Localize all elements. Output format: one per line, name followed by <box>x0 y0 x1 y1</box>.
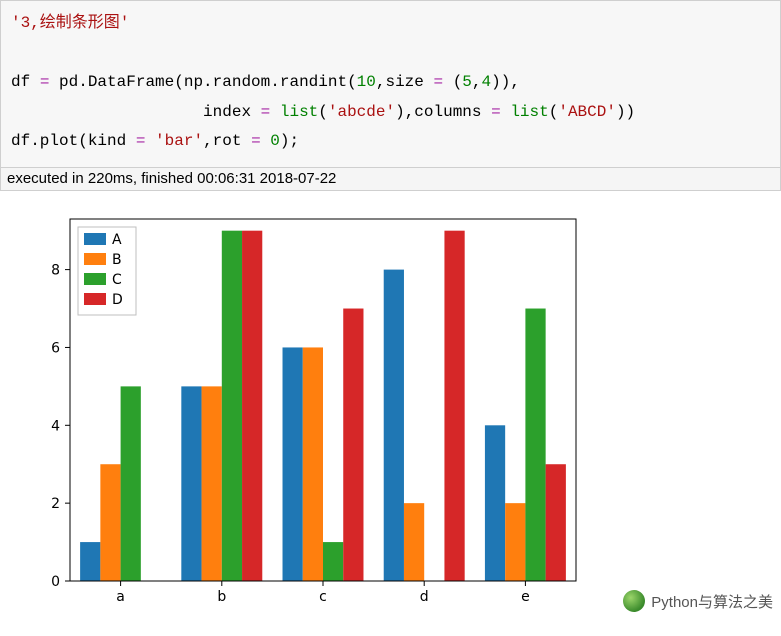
bar-c-A <box>283 347 303 581</box>
svg-text:4: 4 <box>51 418 60 434</box>
bar-b-C <box>222 231 242 581</box>
bar-c-C <box>323 542 343 581</box>
legend-label-A: A <box>112 232 122 248</box>
code-cell: '3,绘制条形图' df = pd.DataFrame(np.random.ra… <box>0 0 781 168</box>
bar-d-D <box>444 231 464 581</box>
bar-d-B <box>404 503 424 581</box>
legend-swatch-B <box>84 253 106 265</box>
legend-label-B: B <box>112 252 122 268</box>
bar-c-B <box>303 347 323 581</box>
svg-text:a: a <box>116 589 125 605</box>
svg-text:c: c <box>319 589 327 605</box>
code-string: '3,绘制条形图' <box>11 14 129 32</box>
bar-b-D <box>242 231 262 581</box>
bar-e-D <box>546 464 566 581</box>
legend-label-D: D <box>112 292 123 308</box>
svg-text:6: 6 <box>51 340 60 356</box>
svg-text:8: 8 <box>51 263 60 279</box>
bar-e-B <box>505 503 525 581</box>
bar-b-B <box>202 386 222 581</box>
bar-e-C <box>525 308 545 580</box>
legend-swatch-A <box>84 233 106 245</box>
bar-c-D <box>343 308 363 580</box>
execution-time: executed in 220ms, finished 00:06:31 201… <box>0 168 781 191</box>
bar-a-A <box>80 542 100 581</box>
legend-swatch-D <box>84 293 106 305</box>
bar-e-A <box>485 425 505 581</box>
legend-swatch-C <box>84 273 106 285</box>
watermark-text: Python与算法之美 <box>651 591 773 612</box>
svg-text:0: 0 <box>51 574 60 590</box>
svg-text:b: b <box>217 589 226 605</box>
wechat-icon <box>623 590 645 612</box>
bar-b-A <box>181 386 201 581</box>
svg-text:e: e <box>521 589 530 605</box>
bar-a-C <box>121 386 141 581</box>
svg-text:d: d <box>420 589 429 605</box>
legend-label-C: C <box>112 272 122 288</box>
bar-d-A <box>384 270 404 581</box>
chart-output: 0 2 4 6 8 a b c d e ABCD <box>0 191 781 609</box>
bar-chart: 0 2 4 6 8 a b c d e ABCD <box>28 209 588 609</box>
svg-text:2: 2 <box>51 496 60 512</box>
bar-a-B <box>100 464 120 581</box>
watermark: Python与算法之美 <box>623 590 773 612</box>
